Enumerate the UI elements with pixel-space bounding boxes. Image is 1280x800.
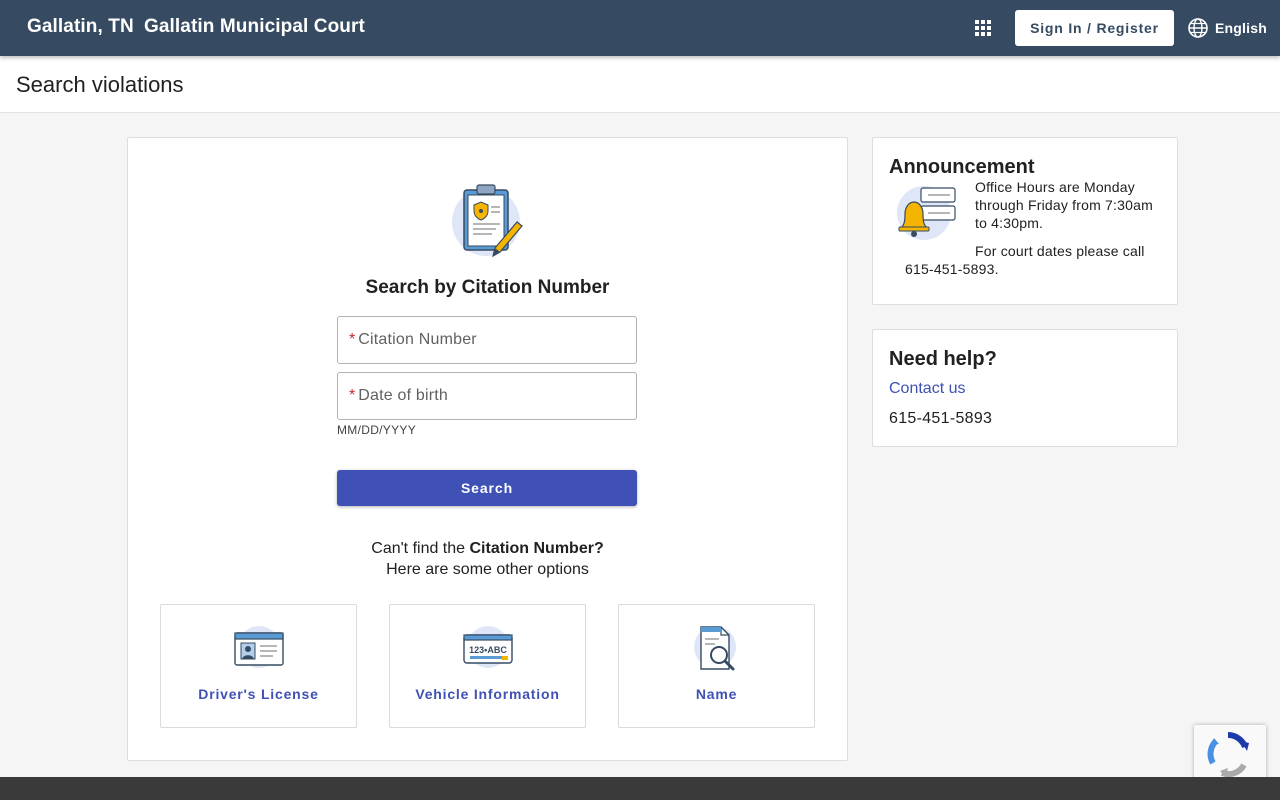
page-footer	[0, 777, 1280, 800]
cant-find-prefix: Can't find the	[371, 540, 470, 557]
other-options-label: Here are some other options	[386, 561, 589, 578]
need-help-title: Need help?	[889, 348, 997, 370]
apps-grid-icon[interactable]	[970, 16, 996, 40]
date-of-birth-field[interactable]: * Date of birth	[337, 372, 637, 420]
name-option[interactable]: Name	[618, 604, 815, 728]
language-label: English	[1215, 20, 1267, 36]
language-selector[interactable]: English	[1187, 17, 1267, 39]
clipboard-badge-icon	[452, 184, 523, 258]
plate-text: 123•ABC	[469, 645, 507, 655]
need-help-card: Need help? Contact us 615-451-5893	[872, 329, 1178, 447]
drivers-license-option[interactable]: Driver's License	[160, 604, 357, 728]
city-name[interactable]: Gallatin, TN	[27, 16, 134, 38]
bell-notification-icon	[897, 186, 956, 240]
search-heading: Search by Citation Number	[365, 277, 610, 298]
contact-us-link[interactable]: Contact us	[889, 380, 965, 398]
page-header: Search violations	[0, 56, 1280, 113]
court-name[interactable]: Gallatin Municipal Court	[144, 16, 365, 38]
vehicle-information-option[interactable]: 123•ABC Vehicle Information	[389, 604, 586, 728]
drivers-license-icon	[234, 626, 284, 668]
top-app-bar: Gallatin, TN Gallatin Municipal Court Si…	[0, 0, 1280, 56]
announcement-court-dates: For court dates please call 615-451-5893…	[905, 243, 1145, 277]
drivers-license-label: Driver's License	[198, 686, 319, 702]
page-title: Search violations	[16, 72, 184, 97]
search-button[interactable]: Search	[337, 470, 637, 506]
other-options-text: Can't find the Citation Number? Here are…	[128, 538, 847, 580]
date-format-hint: MM/DD/YYYY	[337, 423, 417, 437]
cant-find-bold: Citation Number?	[469, 540, 604, 557]
globe-icon	[1188, 18, 1208, 38]
citation-number-field[interactable]: * Citation Number	[337, 316, 637, 364]
vehicle-information-label: Vehicle Information	[415, 686, 560, 702]
announcement-title: Announcement	[889, 156, 1035, 178]
announcement-card: Announcement Office Hours are Monday thr…	[872, 137, 1178, 305]
name-label: Name	[695, 686, 738, 702]
license-plate-icon: 123•ABC	[463, 626, 513, 668]
citation-search-card: Search by Citation Number * Citation Num…	[127, 137, 848, 761]
sign-in-register-button[interactable]: Sign In / Register	[1015, 10, 1174, 46]
name-search-icon	[694, 626, 736, 671]
help-phone-number: 615-451-5893	[889, 410, 993, 427]
announcement-office-hours: Office Hours are Monday through Friday f…	[975, 179, 1153, 231]
